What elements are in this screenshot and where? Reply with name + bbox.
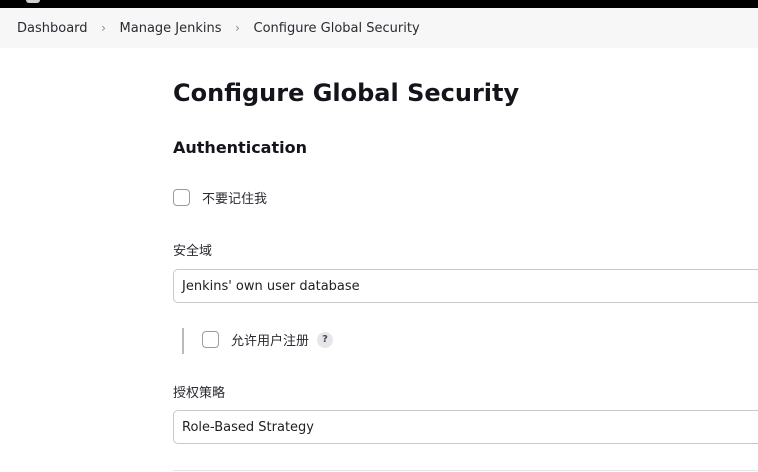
allow-signup-checkbox[interactable]	[202, 331, 219, 348]
security-realm-select[interactable]: Jenkins' own user database	[173, 269, 758, 303]
nested-option-indicator	[182, 328, 184, 354]
authentication-section-title: Authentication	[173, 138, 307, 157]
top-header-bar	[0, 0, 758, 8]
chevron-right-icon: ›	[235, 21, 240, 35]
jenkins-logo-icon[interactable]	[26, 0, 40, 3]
breadcrumb-configure-global-security[interactable]: Configure Global Security	[254, 21, 420, 36]
main-content: Configure Global Security Authentication…	[173, 48, 758, 472]
remember-me-row: 不要记住我	[173, 188, 267, 207]
authorization-strategy-select[interactable]: Role-Based Strategy	[173, 410, 758, 444]
chevron-right-icon: ›	[101, 21, 106, 35]
security-realm-label: 安全域	[173, 244, 213, 259]
breadcrumb-dashboard[interactable]: Dashboard	[17, 21, 88, 36]
page-title: Configure Global Security	[173, 79, 520, 107]
breadcrumb: Dashboard › Manage Jenkins › Configure G…	[0, 8, 758, 48]
section-divider	[173, 470, 758, 471]
breadcrumb-manage-jenkins[interactable]: Manage Jenkins	[120, 21, 222, 36]
allow-signup-row: 允许用户注册 ?	[202, 330, 334, 349]
disable-remember-me-label[interactable]: 不要记住我	[202, 188, 267, 207]
authorization-strategy-selected-value: Role-Based Strategy	[182, 419, 314, 435]
authorization-strategy-label: 授权策略	[173, 386, 226, 401]
allow-signup-label[interactable]: 允许用户注册	[231, 330, 309, 349]
security-realm-selected-value: Jenkins' own user database	[182, 278, 360, 294]
disable-remember-me-checkbox[interactable]	[173, 189, 190, 206]
help-icon[interactable]: ?	[317, 331, 334, 348]
